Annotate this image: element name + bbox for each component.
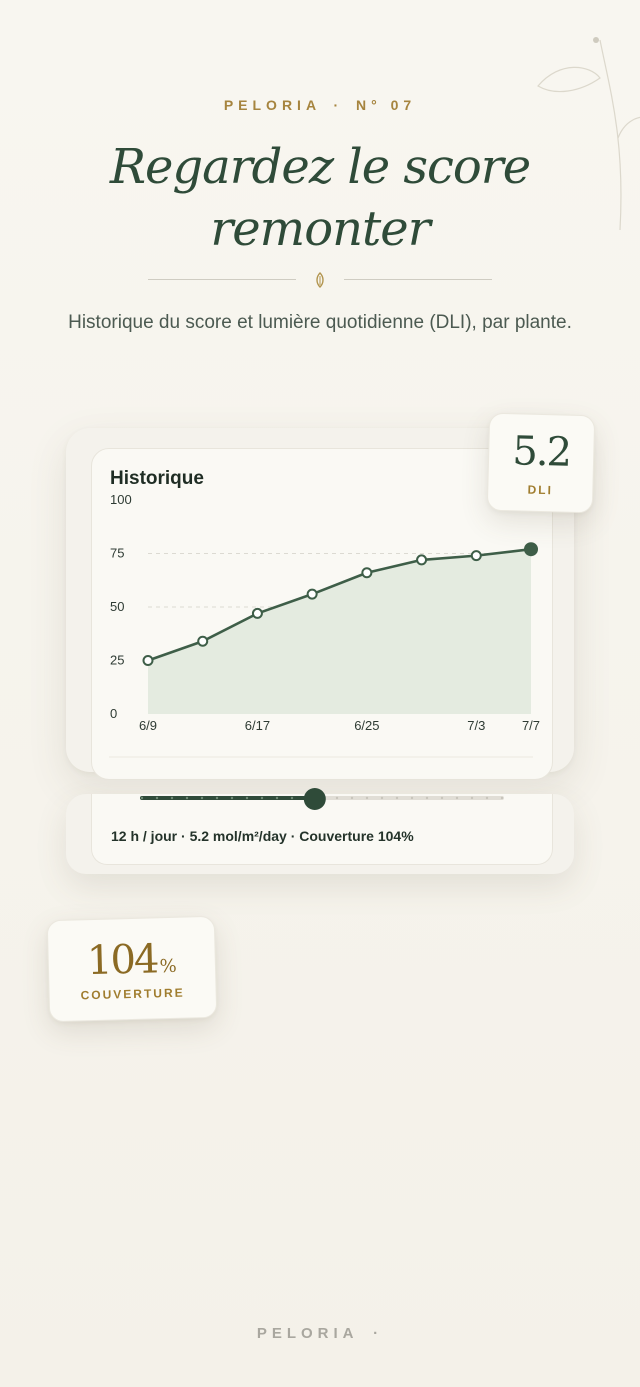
- slider-tick: [500, 796, 504, 800]
- headline-line-1: Regardez le score: [109, 139, 531, 195]
- dli-value: 5.2: [511, 428, 571, 476]
- divider-right: [344, 279, 492, 280]
- slider-tick: [200, 796, 204, 800]
- y-tick-label: 50: [110, 599, 124, 614]
- slider-tick: [380, 796, 384, 800]
- slider-tick: [365, 796, 369, 800]
- issue-number: N° 07: [356, 97, 417, 113]
- slider-tick: [260, 796, 264, 800]
- slider-tick: [215, 796, 219, 800]
- slider-tick: [485, 796, 489, 800]
- coverage-unit: %: [159, 955, 177, 978]
- footer-brand-name: PELORIA: [256, 1325, 358, 1342]
- slider-tick: [275, 796, 279, 800]
- data-point-current: [524, 542, 538, 557]
- slider-tick: [230, 796, 234, 800]
- y-tick-label: 0: [110, 706, 117, 721]
- coverage-label: COUVERTURE: [80, 985, 185, 1003]
- chart-title: Historique: [110, 468, 204, 489]
- slider-tick: [155, 796, 159, 800]
- light-info-text: 12 h / jour · 5.2 mol/m²/day · Couvertur…: [111, 828, 414, 844]
- footer-dot: ·: [373, 1325, 384, 1342]
- data-point: [470, 550, 482, 562]
- data-point: [361, 567, 373, 579]
- x-tick-label: 7/7: [522, 718, 540, 733]
- coverage-value: 104: [86, 936, 158, 985]
- slider-tick: [290, 796, 294, 800]
- dli-label: DLI: [527, 482, 554, 498]
- slider-tick: [350, 796, 354, 800]
- data-point: [306, 588, 318, 600]
- slider-tick: [245, 796, 249, 800]
- headline-line-2: remonter: [210, 201, 430, 257]
- brand-separator: ·: [333, 97, 344, 113]
- data-point: [251, 607, 263, 619]
- dli-stat-card: 5.2 DLI: [486, 412, 596, 514]
- slider-tick: [470, 796, 474, 800]
- seed-icon: [316, 272, 324, 288]
- coverage-value-wrap: 104%: [48, 935, 215, 985]
- slider-knob: [303, 788, 326, 810]
- x-tick-label: 6/25: [354, 718, 379, 733]
- brand-issue-header: PELORIA · N° 07: [0, 97, 640, 113]
- light-duration-slider[interactable]: [140, 788, 510, 810]
- slider-tick: [335, 796, 339, 800]
- y-tick-label: 25: [110, 653, 124, 668]
- coverage-stat-card: 104% COUVERTURE: [46, 915, 218, 1023]
- brand-name: PELORIA: [223, 97, 321, 113]
- footer-brand: PELORIA ·: [0, 1325, 640, 1342]
- headline: Regardez le score remonter: [0, 136, 640, 260]
- slider-tick: [425, 796, 429, 800]
- slider-tick: [455, 796, 459, 800]
- divider-left: [148, 279, 296, 280]
- y-tick-label: 75: [110, 546, 124, 561]
- data-point: [416, 554, 428, 566]
- score-history-chart: 0 25 50 75 100 6/9 6/17 6/25 7/3 7/7: [109, 492, 540, 758]
- slider-tick: [395, 796, 399, 800]
- data-point: [142, 655, 154, 666]
- slider-tick: [410, 796, 414, 800]
- x-tick-label: 7/3: [467, 718, 485, 733]
- slider-tick: [440, 796, 444, 800]
- area-fill: [148, 549, 531, 714]
- slider-tick: [140, 796, 144, 800]
- x-tick-label: 6/17: [245, 718, 270, 733]
- slider-tick: [185, 796, 189, 800]
- subtitle: Historique du score et lumière quotidien…: [68, 312, 572, 333]
- slider-tick: [170, 796, 174, 800]
- data-point: [197, 635, 209, 647]
- y-tick-label: 100: [110, 492, 132, 507]
- x-tick-label: 6/9: [139, 718, 157, 733]
